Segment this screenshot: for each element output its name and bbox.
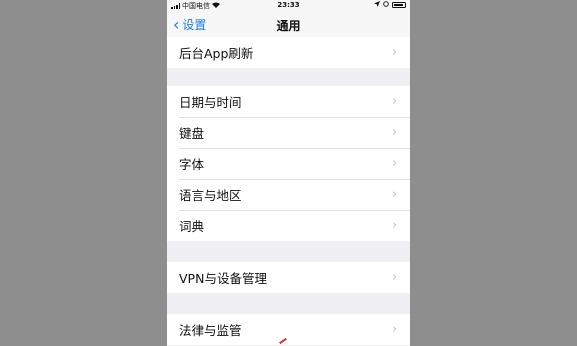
row-label: 后台App刷新 [179,46,254,61]
alarm-icon [383,1,389,9]
chevron-right-icon: › [392,125,398,140]
chevron-right-icon: › [392,218,398,233]
battery-icon [392,2,406,8]
row-label: 词典 [179,219,205,234]
chevron-right-icon: › [392,45,398,60]
row-vpn-device-management[interactable]: VPN与设备管理 › [167,262,410,293]
row-label: 字体 [179,157,205,172]
row-label: 语言与地区 [179,188,242,203]
row-label: 键盘 [179,126,205,141]
chevron-right-icon: › [392,187,398,202]
row-label: 日期与时间 [179,95,242,110]
row-keyboard[interactable]: 键盘 › [167,117,410,148]
phone-screen: 中国电信 23:33 ‹ 设置 通用 后台App刷新 › 日期与时间 › 键盘 … [167,0,410,346]
row-background-app-refresh[interactable]: 后台App刷新 › [167,37,410,68]
status-right [374,1,406,9]
row-dictionary[interactable]: 词典 › [167,210,410,241]
chevron-right-icon: › [392,270,398,285]
navigation-bar: ‹ 设置 通用 [167,11,410,38]
row-language-region[interactable]: 语言与地区 › [167,179,410,210]
row-legal-regulatory[interactable]: 法律与监管 › [167,314,410,345]
chevron-right-icon: › [392,94,398,109]
row-label: 法律与监管 [179,323,242,338]
status-bar: 中国电信 23:33 [167,0,410,11]
settings-group-3: VPN与设备管理 › [167,262,410,293]
settings-group-2: 日期与时间 › 键盘 › 字体 › 语言与地区 › 词典 › [167,86,410,241]
page-title: 通用 [276,19,301,33]
row-fonts[interactable]: 字体 › [167,148,410,179]
chevron-right-icon: › [392,322,398,337]
settings-group-1: 后台App刷新 › [167,37,410,68]
row-label: VPN与设备管理 [179,271,267,286]
chevron-right-icon: › [392,156,398,171]
row-date-time[interactable]: 日期与时间 › [167,86,410,117]
location-arrow-icon [374,1,380,9]
settings-group-4: 法律与监管 › [167,314,410,345]
